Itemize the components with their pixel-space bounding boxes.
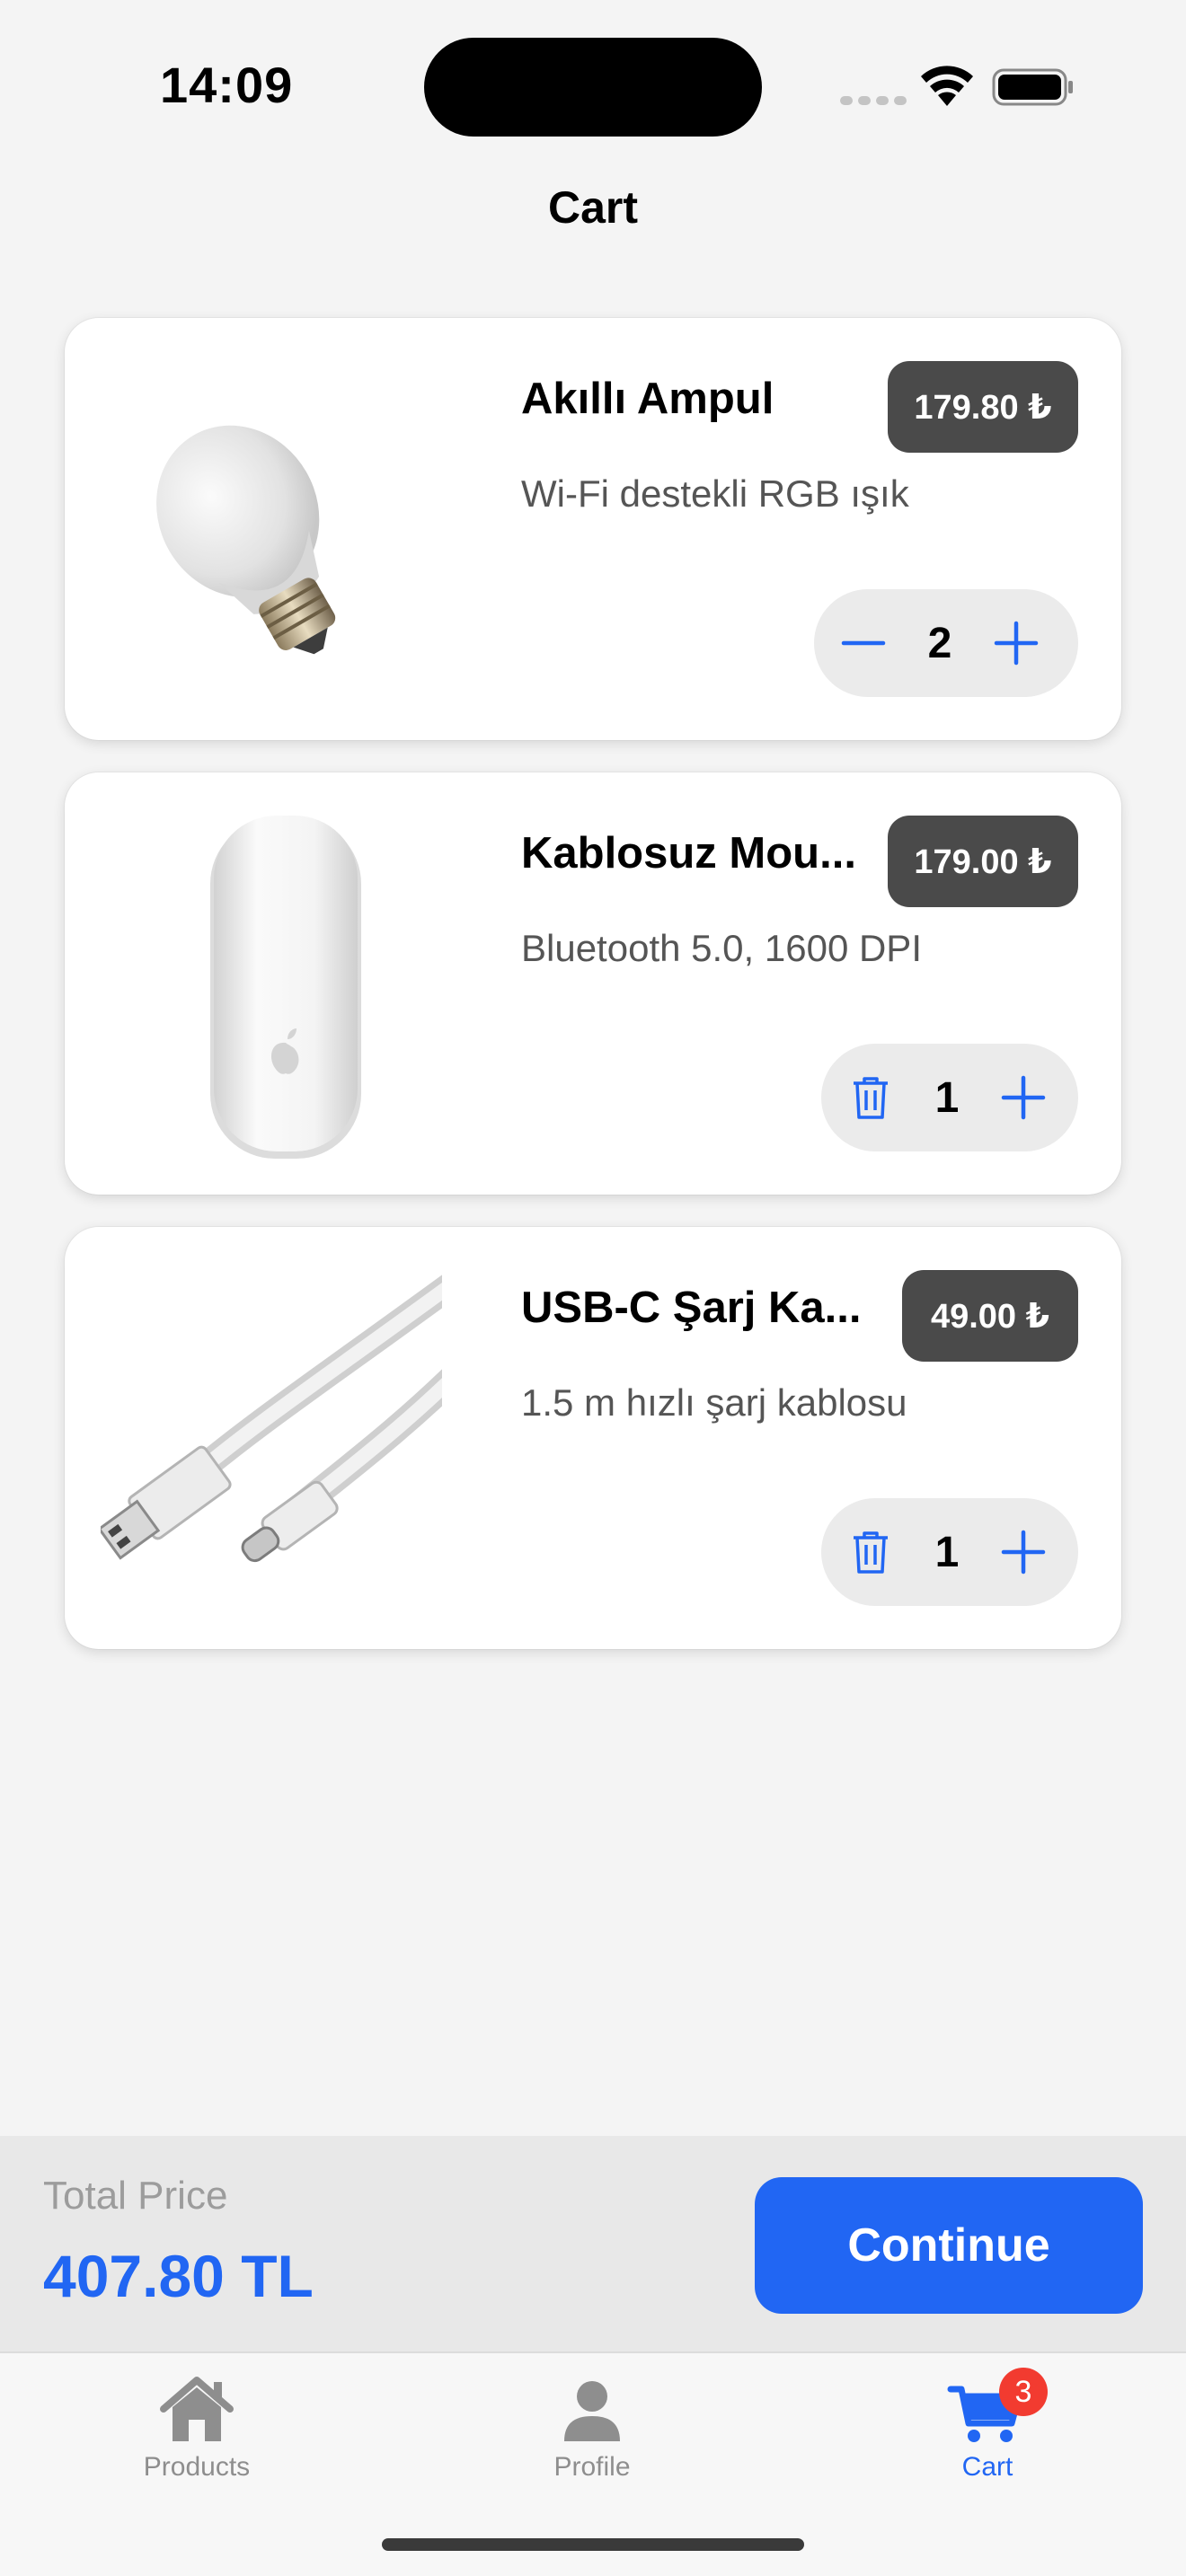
battery-icon	[992, 68, 1073, 106]
tab-cart[interactable]: 3 Cart	[853, 2368, 1122, 2504]
dynamic-island	[424, 38, 762, 137]
quantity-value: 1	[934, 1073, 960, 1122]
cellular-signal-icon	[840, 93, 912, 110]
plus-icon	[1001, 1530, 1046, 1575]
cart-item-card[interactable]: Akıllı Ampul 179.80 ₺ Wi-Fi destekli RGB…	[65, 318, 1121, 740]
remove-item-button[interactable]	[821, 1044, 920, 1151]
product-name: USB-C Şarj Ka...	[521, 1284, 862, 1332]
product-description: Wi-Fi destekli RGB ışık	[521, 472, 909, 515]
plus-icon	[1001, 1075, 1046, 1120]
increase-quantity-button[interactable]	[974, 1044, 1073, 1151]
home-indicator	[382, 2538, 804, 2551]
total-price-value: 407.80 TL	[43, 2243, 314, 2309]
tab-products[interactable]: Products	[62, 2369, 332, 2504]
quantity-stepper: 1	[821, 1498, 1078, 1606]
plus-icon	[994, 621, 1039, 666]
cart-icon: 3	[947, 2368, 1048, 2450]
light-bulb-image	[156, 425, 336, 655]
tab-label: Profile	[553, 2452, 631, 2482]
price-badge: 49.00 ₺	[902, 1270, 1078, 1362]
status-time: 14:09	[160, 57, 294, 113]
person-icon	[552, 2369, 633, 2450]
tab-label: Products	[143, 2452, 251, 2482]
remove-item-button[interactable]	[821, 1498, 920, 1606]
trash-icon	[854, 1531, 888, 1574]
product-name: Kablosuz Mou...	[521, 829, 856, 878]
cart-count-badge: 3	[999, 2368, 1048, 2416]
decrease-quantity-button[interactable]	[814, 589, 913, 697]
wifi-icon	[921, 66, 973, 106]
tab-label: Cart	[961, 2452, 1013, 2482]
increase-quantity-button[interactable]	[974, 1498, 1073, 1606]
cart-item-card[interactable]: USB-C Şarj Ka... 49.00 ₺ 1.5 m hızlı şar…	[65, 1227, 1121, 1649]
quantity-value: 2	[927, 619, 952, 667]
trash-icon	[854, 1077, 888, 1119]
status-bar: 14:09	[0, 0, 1186, 144]
quantity-value: 1	[934, 1528, 960, 1576]
quantity-stepper: 2	[814, 589, 1078, 697]
checkout-bar: Total Price 407.80 TL Continue	[0, 2136, 1186, 2351]
continue-button[interactable]: Continue	[755, 2177, 1143, 2314]
increase-quantity-button[interactable]	[967, 589, 1066, 697]
cart-item-card[interactable]: Kablosuz Mou... 179.00 ₺ Bluetooth 5.0, …	[65, 772, 1121, 1195]
usb-c-cable-image	[101, 1275, 442, 1563]
page-title: Cart	[547, 182, 639, 233]
tab-profile[interactable]: Profile	[457, 2369, 727, 2504]
price-badge: 179.80 ₺	[888, 361, 1078, 453]
product-name: Akıllı Ampul	[521, 375, 774, 423]
price-badge: 179.00 ₺	[888, 816, 1078, 907]
house-icon	[156, 2369, 237, 2450]
minus-icon	[841, 640, 886, 646]
total-price-label: Total Price	[43, 2174, 228, 2218]
quantity-stepper: 1	[821, 1044, 1078, 1151]
wireless-mouse-image	[210, 816, 361, 1159]
product-description: 1.5 m hızlı şarj kablosu	[521, 1381, 907, 1424]
product-description: Bluetooth 5.0, 1600 DPI	[521, 927, 922, 969]
